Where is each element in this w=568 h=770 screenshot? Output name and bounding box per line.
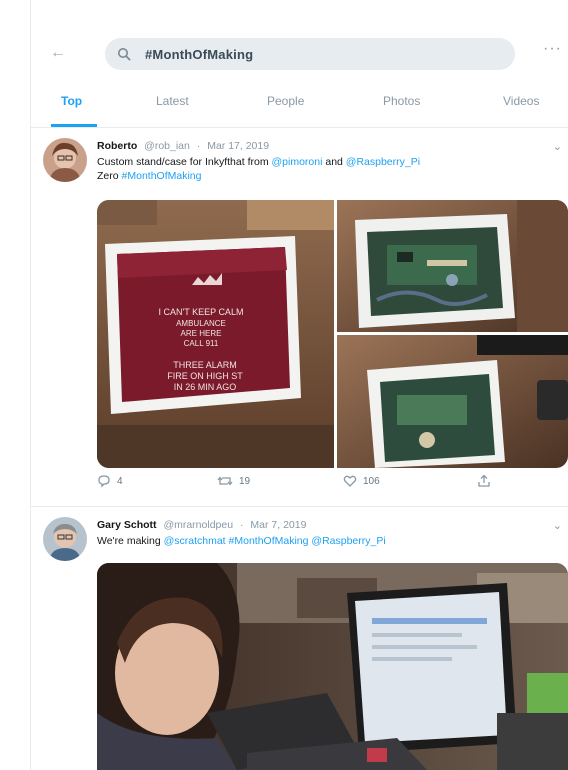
search-query-text: #MonthOfMaking: [145, 46, 254, 62]
sign-text-line-3: ARE HERE: [181, 329, 222, 338]
tweet-text: We're making @scratchmat #MonthOfMaking …: [97, 535, 386, 547]
tab-videos[interactable]: Videos: [503, 94, 539, 108]
mention-link[interactable]: @pimoroni: [272, 156, 323, 168]
tab-photos[interactable]: Photos: [383, 94, 420, 108]
tab-latest[interactable]: Latest: [156, 94, 189, 108]
search-header: ← #MonthOfMaking ···: [31, 22, 568, 82]
reply-icon: [98, 475, 110, 488]
tweet-author-name[interactable]: Roberto: [97, 140, 137, 152]
reply-count: 4: [117, 475, 123, 487]
avatar-image: [43, 138, 87, 182]
reply-button[interactable]: 4: [97, 474, 123, 488]
back-button[interactable]: ←: [45, 40, 71, 66]
mention-link[interactable]: @Raspberry_Pi: [311, 535, 385, 547]
sign-text-line-4: CALL 911: [184, 339, 219, 348]
tab-top[interactable]: Top: [61, 94, 82, 108]
avatar[interactable]: [43, 517, 87, 561]
hashtag-link[interactable]: #MonthOfMaking: [122, 170, 202, 182]
avatar-image: [43, 517, 87, 561]
tweet-header: Roberto @rob_ian · Mar 17, 2019: [97, 140, 270, 152]
tweet-date[interactable]: Mar 7, 2019: [250, 519, 306, 531]
tweet-header: Gary Schott @mrarnoldpeu · Mar 7, 2019: [97, 519, 307, 531]
tab-people[interactable]: People: [267, 94, 304, 108]
tweet[interactable]: Roberto @rob_ian · Mar 17, 2019 ⌄ Custom…: [31, 128, 568, 508]
chevron-down-icon[interactable]: ⌄: [553, 140, 562, 153]
twitter-search-page: ← #MonthOfMaking ··· Top Latest People P…: [0, 0, 568, 770]
retweet-button[interactable]: 19: [217, 474, 250, 488]
tweet-text: Custom stand/case for Inkyfthat from @pi…: [97, 156, 421, 182]
search-tabs: Top Latest People Photos Videos: [31, 84, 568, 128]
tweet-photo: [97, 563, 568, 770]
tweet-media[interactable]: [97, 563, 568, 770]
mention-link[interactable]: @scratchmat: [164, 535, 226, 547]
mention-link[interactable]: @Raspberry_Pi: [346, 156, 420, 168]
like-button[interactable]: 106: [343, 474, 380, 488]
sign-text-line-5: THREE ALARM: [173, 360, 237, 370]
more-options-button[interactable]: ···: [543, 40, 562, 58]
tweet-author-handle[interactable]: @mrarnoldpeu: [163, 519, 233, 531]
tweet-media[interactable]: I CAN'T KEEP CALM AMBULANCE ARE HERE CAL…: [97, 200, 568, 468]
arrow-left-icon: ←: [50, 44, 66, 61]
tweet-author-name[interactable]: Gary Schott: [97, 519, 157, 531]
tweet-actions: 4 19 106: [97, 474, 517, 494]
tweet-date[interactable]: Mar 17, 2019: [207, 140, 269, 152]
tweet[interactable]: Gary Schott @mrarnoldpeu · Mar 7, 2019 ⌄…: [31, 507, 568, 770]
like-count: 106: [363, 475, 380, 487]
active-tab-indicator: [51, 124, 97, 127]
share-icon: [478, 474, 490, 487]
search-input[interactable]: #MonthOfMaking: [105, 38, 515, 70]
heart-icon: [343, 475, 357, 487]
sign-text-line-7: IN 26 MIN AGO: [174, 382, 237, 392]
hashtag-link[interactable]: #MonthOfMaking: [229, 535, 309, 547]
ellipsis-icon: ···: [543, 40, 562, 57]
retweet-icon: [217, 476, 233, 486]
avatar[interactable]: [43, 138, 87, 182]
share-button[interactable]: [477, 474, 491, 488]
tweet-photos: I CAN'T KEEP CALM AMBULANCE ARE HERE CAL…: [97, 200, 568, 468]
retweet-count: 19: [239, 475, 251, 487]
sign-text-line-1: I CAN'T KEEP CALM: [159, 307, 244, 317]
sign-text-line-6: FIRE ON HIGH ST: [167, 371, 243, 381]
search-icon: [118, 48, 131, 61]
tweet-author-handle[interactable]: @rob_ian: [144, 140, 190, 152]
chevron-down-icon[interactable]: ⌄: [553, 519, 562, 532]
sign-text-line-2: AMBULANCE: [176, 319, 226, 328]
